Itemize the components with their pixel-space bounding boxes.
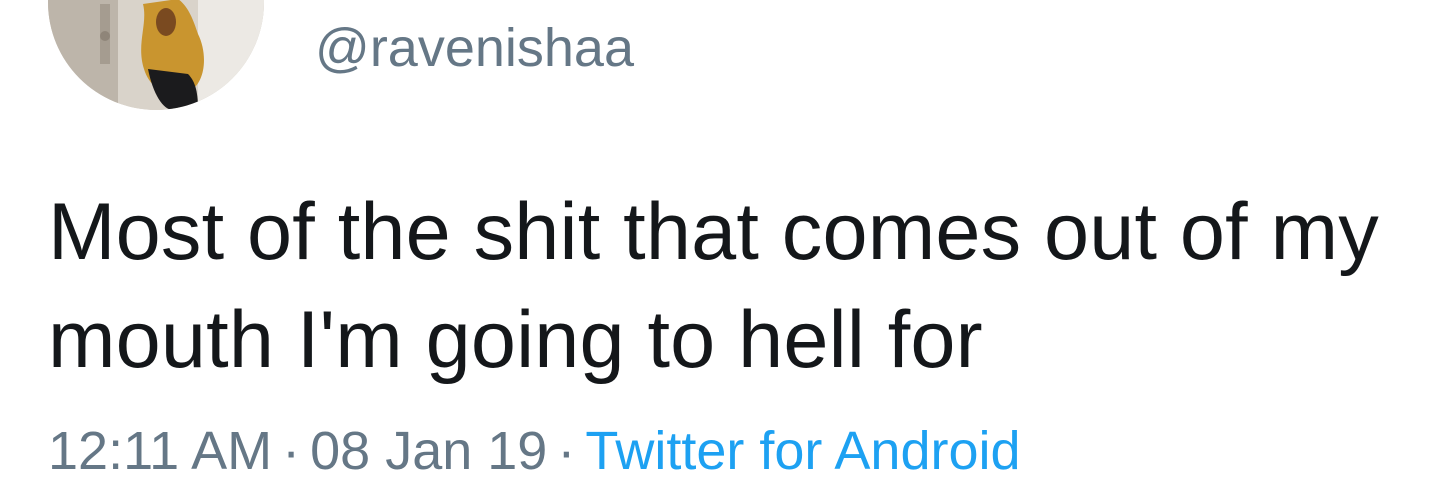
tweet-source-link[interactable]: Twitter for Android [585, 421, 1020, 481]
tweet-date[interactable]: 08 Jan 19 [310, 421, 547, 481]
meta-separator: · [557, 421, 576, 481]
user-handle[interactable]: @ravenishaa [315, 13, 634, 83]
avatar[interactable] [48, 0, 264, 110]
tweet-text: Most of the shit that comes out of my mo… [48, 187, 1379, 385]
tweet-meta: 12:11 AM · 08 Jan 19 · Twitter for Android [48, 418, 1021, 484]
meta-separator: · [282, 421, 301, 481]
tweet-time[interactable]: 12:11 AM [48, 421, 272, 481]
avatar-photo [48, 0, 264, 110]
